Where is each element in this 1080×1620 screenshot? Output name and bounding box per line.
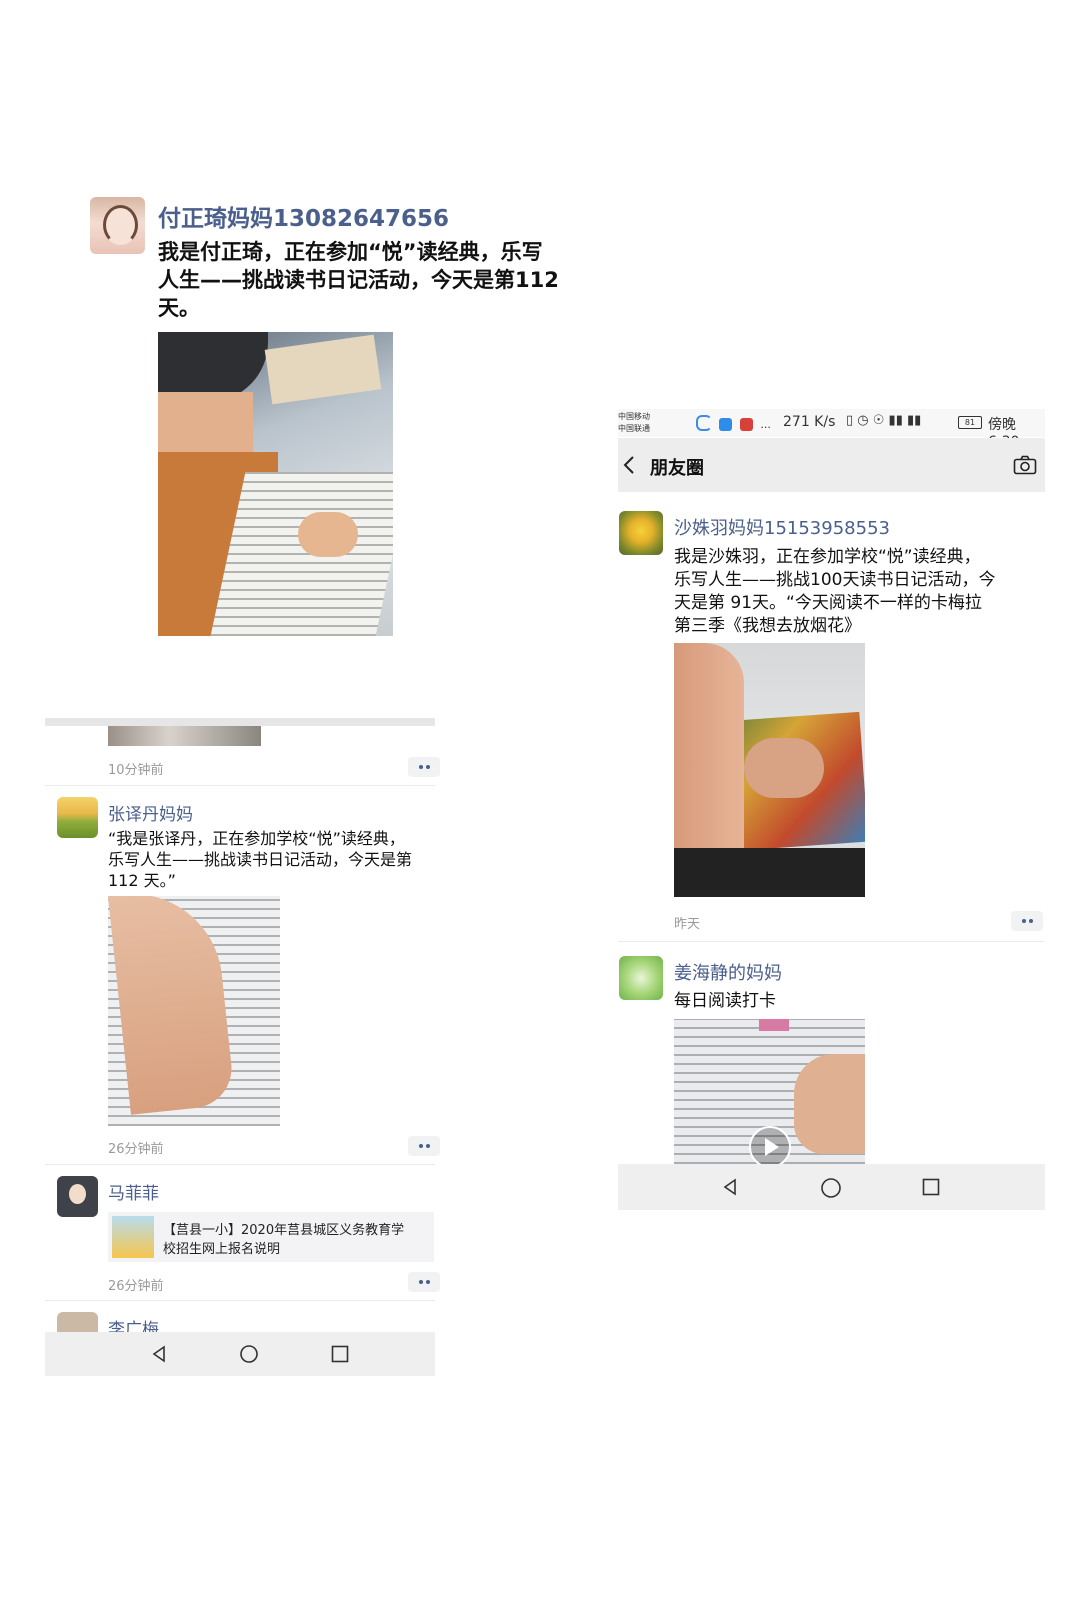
more-button[interactable] xyxy=(408,757,440,777)
post-author[interactable]: 李广梅 xyxy=(108,1315,159,1332)
link-title-line: 【莒县一小】2020年莒县城区义务教育学 xyxy=(163,1223,405,1238)
avatar-jianghaijing[interactable] xyxy=(619,956,663,1000)
post-text-line: 人生——挑战读书日记活动，今天是第112 xyxy=(158,268,559,292)
android-nav-bar xyxy=(618,1164,1045,1210)
post-author[interactable]: 张译丹妈妈 xyxy=(108,800,193,825)
more-button[interactable] xyxy=(1011,911,1043,931)
post-photo-strip[interactable] xyxy=(108,726,261,746)
home-nav-icon[interactable] xyxy=(239,1344,259,1364)
divider xyxy=(618,941,1045,942)
divider xyxy=(45,785,435,786)
post-time: 26分钟前 xyxy=(108,1142,164,1157)
back-nav-icon[interactable] xyxy=(720,1177,740,1197)
post-text-line: 我是付正琦，正在参加“悦”读经典，乐写 xyxy=(158,240,543,264)
post-video-reading[interactable] xyxy=(674,1019,865,1164)
post-time: 10分钟前 xyxy=(108,763,164,778)
more-button[interactable] xyxy=(408,1136,440,1156)
avatar-shashuyu[interactable] xyxy=(619,511,663,555)
avatar-fuzhengqi[interactable] xyxy=(90,197,145,254)
divider xyxy=(45,1300,435,1301)
recents-nav-icon[interactable] xyxy=(330,1344,350,1364)
notification-icons: ··· xyxy=(696,415,771,435)
post-time: 26分钟前 xyxy=(108,1279,164,1294)
post-photo-child-reading[interactable] xyxy=(158,332,393,636)
carrier-1: 中国移动 xyxy=(618,412,650,421)
battery-icon: 81 xyxy=(958,416,982,429)
left-screen-top-border xyxy=(45,718,435,726)
camera-icon[interactable] xyxy=(1013,455,1037,475)
network-speed: 271 K/s xyxy=(783,414,836,430)
post-text-line: 我是沙姝羽，正在参加学校“悦”读经典， xyxy=(674,547,981,567)
avatar-zhangyidan[interactable] xyxy=(57,797,98,838)
post-text-line: 第三季《我想去放烟花》 xyxy=(674,616,861,636)
post-author[interactable]: 马菲菲 xyxy=(108,1179,159,1204)
post-author[interactable]: 付正琦妈妈13082647656 xyxy=(158,199,449,233)
post-photo-picture-book[interactable] xyxy=(674,643,865,897)
play-icon[interactable] xyxy=(748,1125,792,1164)
avatar-mafeifei[interactable] xyxy=(57,1176,98,1217)
post-photo-book-page[interactable] xyxy=(108,896,280,1126)
home-nav-icon[interactable] xyxy=(820,1177,842,1199)
carrier-2: 中国联通 xyxy=(618,424,650,433)
post-author[interactable]: 沙姝羽妈妈15153958553 xyxy=(674,514,890,540)
post-text-line: 天是第 91天。“今天阅读不一样的卡梅拉 xyxy=(674,593,982,613)
post-text-line: 每日阅读打卡 xyxy=(674,991,776,1011)
divider xyxy=(45,1164,435,1165)
signal-icons: ▯ ◷ ☉ ▮▮ ▮▮ xyxy=(846,413,922,428)
link-thumbnail xyxy=(112,1216,154,1258)
post-text-line: 112 天。” xyxy=(108,871,176,890)
back-nav-icon[interactable] xyxy=(149,1344,169,1364)
more-button[interactable] xyxy=(408,1272,440,1292)
avatar-liguangmei[interactable] xyxy=(57,1312,98,1332)
post-time: 昨天 xyxy=(674,917,701,932)
post-text-line: 乐写人生——挑战100天读书日记活动，今 xyxy=(674,570,996,590)
back-arrow-icon[interactable] xyxy=(622,455,636,475)
recents-nav-icon[interactable] xyxy=(921,1177,941,1197)
android-nav-bar xyxy=(45,1332,435,1376)
shared-link-card[interactable]: 【莒县一小】2020年莒县城区义务教育学 校招生网上报名说明 xyxy=(108,1212,434,1262)
post-text-line: 天。 xyxy=(158,296,200,320)
post-author[interactable]: 姜海静的妈妈 xyxy=(674,959,782,985)
status-bar: 中国移动 中国联通 ··· 271 K/s ▯ ◷ ☉ ▮▮ ▮▮ 81 傍晚6… xyxy=(618,409,1045,450)
page-title: 朋友圈 xyxy=(650,458,704,479)
link-title-line: 校招生网上报名说明 xyxy=(163,1242,281,1257)
app-header: 朋友圈 xyxy=(618,438,1045,492)
